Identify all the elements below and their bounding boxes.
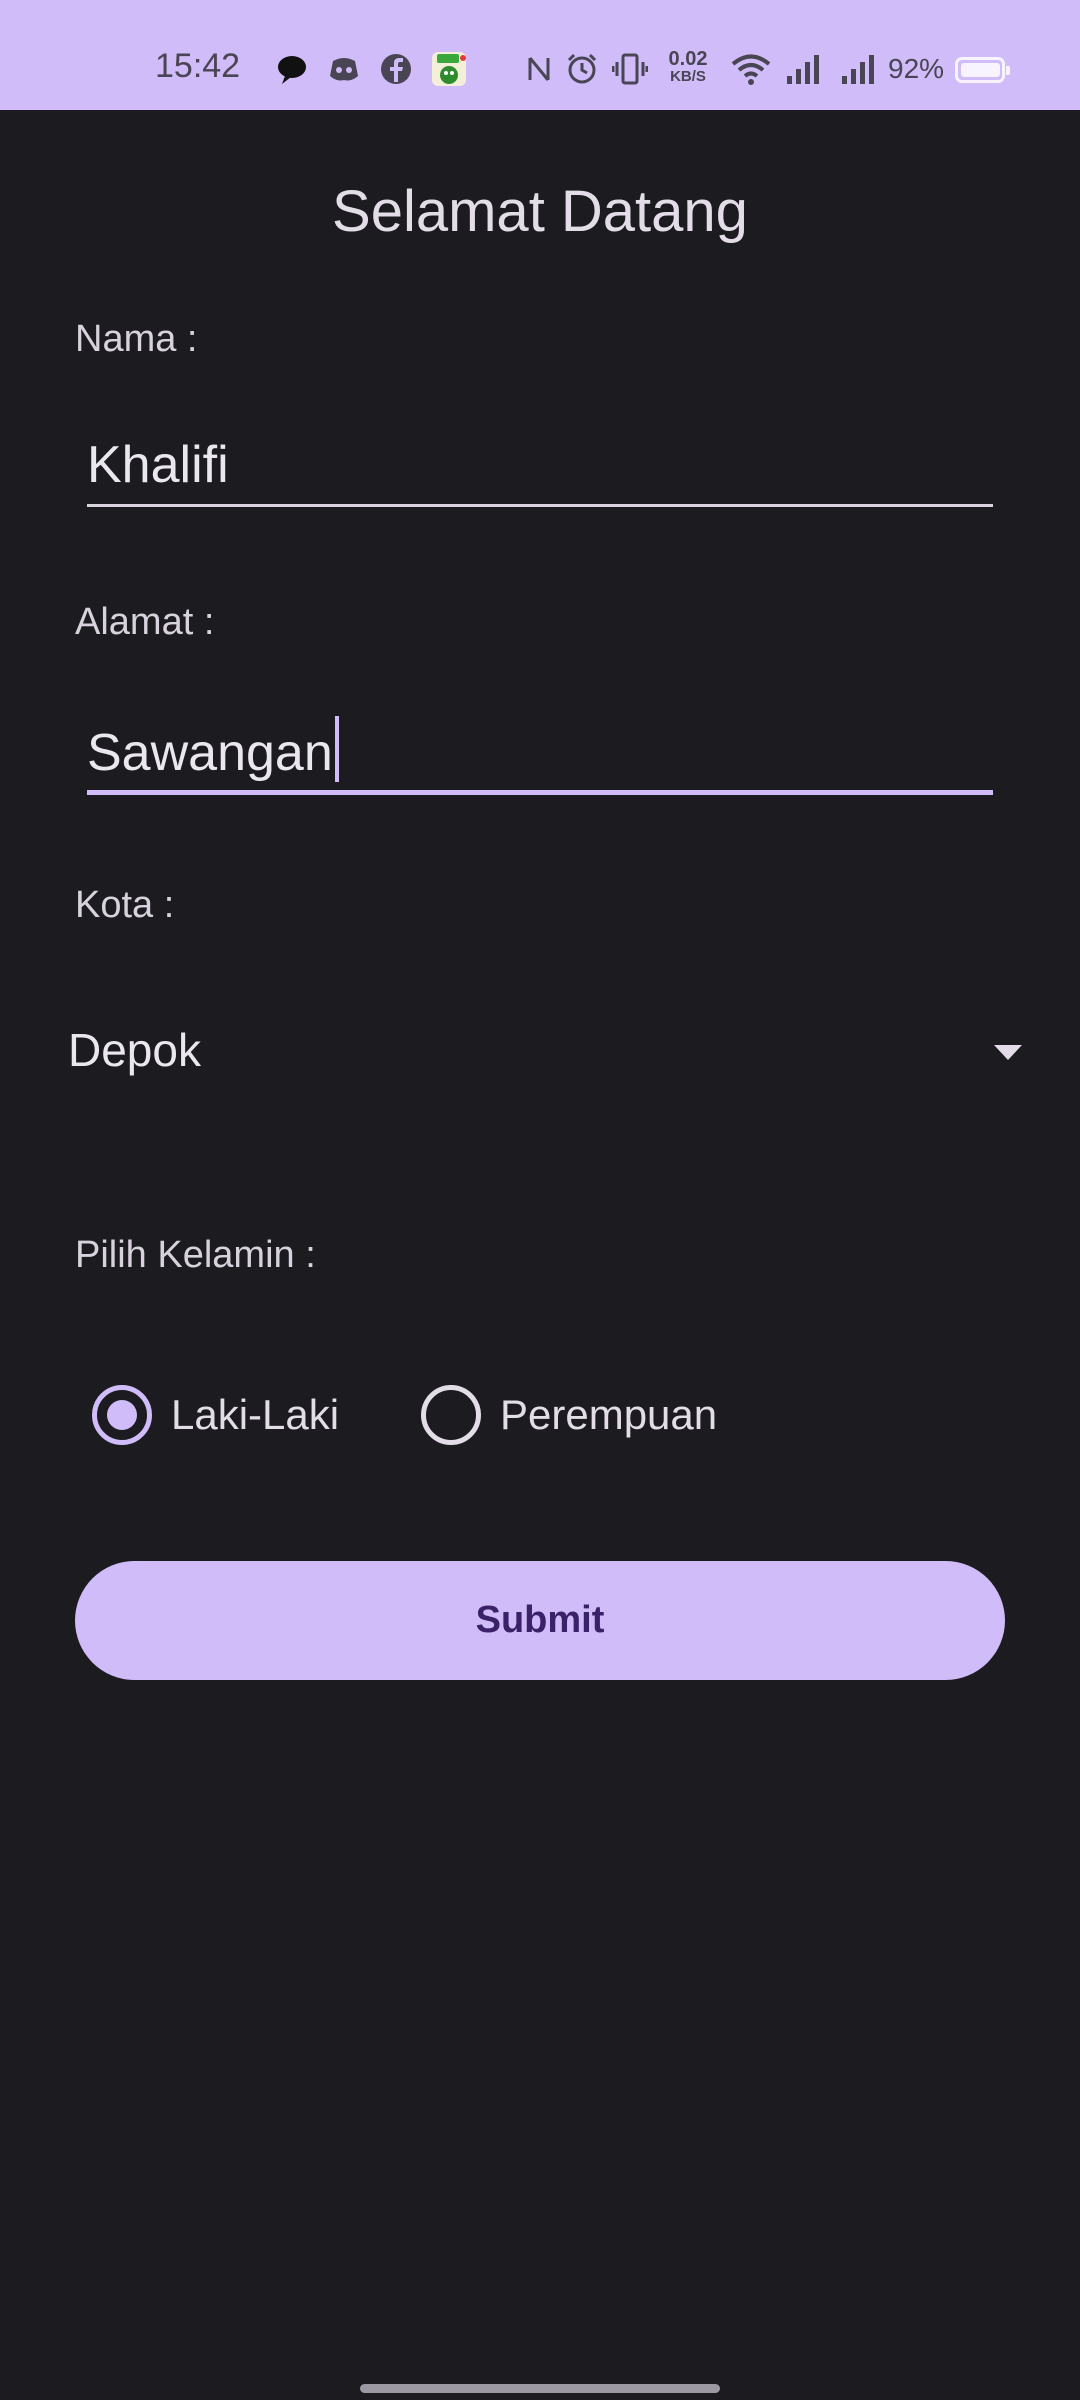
alamat-value-wrapper: Sawangan [87, 716, 339, 783]
network-speed: 0.02 KB/S [662, 48, 714, 86]
vibrate-icon [612, 53, 648, 85]
kota-selected: Depok [68, 1024, 201, 1076]
battery-percent: 92% [888, 53, 945, 84]
nama-value: Khalifi [87, 436, 229, 494]
chevron-down-icon [994, 1045, 1022, 1060]
wifi-icon [731, 54, 771, 85]
nama-field[interactable]: Khalifi [87, 427, 993, 507]
alamat-field[interactable]: Sawangan [87, 715, 993, 795]
home-indicator[interactable] [360, 2384, 720, 2393]
signal-icon [787, 55, 819, 84]
network-speed-unit: KB/S [670, 68, 706, 85]
battery-icon [955, 57, 1010, 83]
status-time: 15:42 [155, 47, 241, 85]
nfc-icon [528, 57, 550, 81]
alamat-underline [87, 790, 993, 795]
radio-perempuan-label: Perempuan [500, 1391, 718, 1438]
kota-dropdown[interactable]: Depok [68, 1015, 1028, 1090]
facebook-icon [381, 54, 411, 84]
discord-icon [330, 58, 358, 81]
game-app-icon [432, 52, 466, 86]
nama-label: Nama : [75, 318, 198, 360]
network-speed-value: 0.02 [668, 48, 708, 70]
signal-icon [842, 55, 874, 84]
alarm-icon [567, 53, 597, 84]
radio-unchecked-icon[interactable] [421, 1385, 481, 1445]
nama-underline [87, 504, 993, 507]
status-bar: 15:42 0.02 KB/S 92% [0, 0, 1080, 110]
kota-label: Kota : [75, 884, 175, 926]
alamat-label: Alamat : [75, 601, 215, 643]
chat-bubble-icon [278, 56, 306, 84]
radio-laki-laki-label: Laki-Laki [171, 1391, 340, 1438]
alamat-value: Sawangan [87, 724, 333, 782]
kelamin-label: Pilih Kelamin : [75, 1234, 316, 1276]
submit-button[interactable]: Submit [75, 1561, 1005, 1680]
radio-checked-icon[interactable] [92, 1385, 152, 1445]
text-cursor [334, 716, 339, 782]
page-title: Selamat Datang [332, 179, 748, 244]
